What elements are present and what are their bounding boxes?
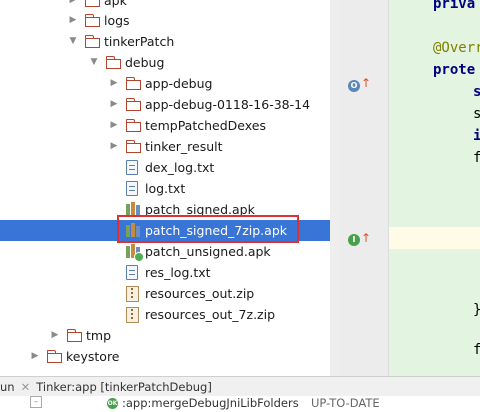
code-line: prote <box>433 62 476 78</box>
expand-arrow-right-icon[interactable]: ▶ <box>109 99 119 109</box>
implementation-icon[interactable]: I <box>348 234 360 246</box>
tree-item[interactable]: patch_unsigned.apk <box>0 241 340 262</box>
editor-gutter: O ↑ I ↑ <box>340 0 389 376</box>
run-close-icon[interactable]: ✕ <box>21 380 31 394</box>
expand-arrow-down-icon[interactable]: ▼ <box>68 36 78 46</box>
tree-item-label: dex_log.txt <box>145 160 215 175</box>
tree-item[interactable]: ▶ app-debug <box>0 73 340 94</box>
caret-line <box>389 227 480 249</box>
folder-icon <box>106 56 122 69</box>
tree-item-label: tinkerPatch <box>104 34 175 49</box>
expand-arrow-right-icon[interactable]: ▶ <box>68 0 78 5</box>
tree-item-label: resources_out_7z.zip <box>145 307 276 322</box>
tree-item-label: keystore <box>66 349 120 364</box>
code-line: @Overr <box>433 40 480 56</box>
tree-item[interactable]: log.txt <box>0 178 340 199</box>
run-task-label[interactable]: Tinker:app [tinkerPatchDebug] <box>36 380 212 394</box>
up-arrow-icon[interactable]: ↑ <box>361 76 371 90</box>
folder-icon <box>67 329 83 342</box>
tree-item-label: res_log.txt <box>145 265 211 280</box>
tree-item-label: tmp <box>86 328 112 343</box>
code-line: f <box>473 342 480 358</box>
tree-item-label: log.txt <box>145 181 186 196</box>
tree-item[interactable]: resources_out_7z.zip <box>0 304 340 325</box>
tree-item[interactable]: res_log.txt <box>0 262 340 283</box>
folder-icon <box>85 14 101 27</box>
tree-item[interactable]: ▶ tinker_result <box>0 136 340 157</box>
code-editor[interactable]: priva@Overrprotessif}f <box>389 0 480 376</box>
tree-item-label: logs <box>104 13 130 28</box>
up-arrow-icon[interactable]: ↑ <box>361 231 371 245</box>
ok-icon: OK <box>107 398 118 409</box>
expand-arrow-down-icon[interactable]: ▼ <box>89 57 99 67</box>
tree-item[interactable]: resources_out.zip <box>0 283 340 304</box>
text-file-icon <box>126 265 138 280</box>
console-task: :app:mergeDebugJniLibFolders <box>122 396 299 410</box>
folder-icon <box>85 0 101 7</box>
tree-item[interactable]: patch_signed_7zip.apk <box>0 220 340 241</box>
console-state: UP-TO-DATE <box>311 396 380 410</box>
zip-file-icon <box>126 286 139 302</box>
folder-icon <box>126 140 142 153</box>
tree-item-label: apk <box>104 0 127 8</box>
tree-item-label: patch_signed.apk <box>145 202 255 217</box>
folder-icon <box>126 77 142 90</box>
code-line: s <box>473 106 480 122</box>
tree-item[interactable]: ▶ logs <box>0 10 340 31</box>
tree-item[interactable]: ▼ debug <box>0 52 340 73</box>
tree-item[interactable]: ▼ tinkerPatch <box>0 31 340 52</box>
folder-icon <box>47 350 63 363</box>
tree-item-label: tinker_result <box>145 139 223 154</box>
tree-item[interactable]: patch_signed.apk <box>0 199 340 220</box>
collapse-icon[interactable]: – <box>30 396 42 408</box>
code-line: i <box>473 128 480 144</box>
text-file-icon <box>126 160 138 175</box>
code-line: s <box>473 84 480 100</box>
tree-item[interactable]: ▶ tempPatchedDexes <box>0 115 340 136</box>
project-tree: ▶ apk ▶ logs ▼ tinkerPatch ▼ debug ▶ app-debug ▶ ap… <box>0 0 340 376</box>
apk-file-icon <box>126 223 140 237</box>
tree-item-label: patch_signed_7zip.apk <box>145 223 287 238</box>
folder-icon <box>126 119 142 132</box>
expand-arrow-right-icon[interactable]: ▶ <box>109 78 119 88</box>
expand-arrow-right-icon[interactable]: ▶ <box>50 330 60 340</box>
text-file-icon <box>126 181 138 196</box>
expand-arrow-right-icon[interactable]: ▶ <box>109 141 119 151</box>
tree-item[interactable]: ▶ keystore <box>0 346 340 367</box>
code-line: } <box>473 302 480 318</box>
code-line: f <box>473 150 480 166</box>
tree-item-label: patch_unsigned.apk <box>145 244 271 259</box>
code-line: priva <box>433 0 476 12</box>
run-label: un <box>0 380 15 394</box>
run-status-bar: un ✕ Tinker:app [tinkerPatchDebug] <box>0 376 480 397</box>
expand-arrow-right-icon[interactable]: ▶ <box>30 351 40 361</box>
zip-file-icon <box>126 307 139 323</box>
tree-item-label: tempPatchedDexes <box>145 118 266 133</box>
tree-item[interactable]: dex_log.txt <box>0 157 340 178</box>
folder-icon <box>126 98 142 111</box>
tree-item[interactable]: ▶ app-debug-0118-16-38-14 <box>0 94 340 115</box>
expand-arrow-right-icon[interactable]: ▶ <box>68 15 78 25</box>
folder-icon <box>85 35 101 48</box>
expand-arrow-right-icon[interactable]: ▶ <box>109 120 119 130</box>
apk-file-icon <box>126 244 144 262</box>
tree-item-label: app-debug-0118-16-38-14 <box>145 97 311 112</box>
tree-vertical-scrollbar[interactable] <box>330 0 340 376</box>
tree-item[interactable]: ▶ tmp <box>0 325 340 346</box>
tree-item-label: debug <box>125 55 165 70</box>
override-icon[interactable]: O <box>348 80 360 92</box>
tree-item-label: app-debug <box>145 76 213 91</box>
tree-item-label: resources_out.zip <box>145 286 255 301</box>
apk-file-icon <box>126 202 140 216</box>
console-output: – OK :app:mergeDebugJniLibFolders UP-TO-… <box>0 396 480 412</box>
